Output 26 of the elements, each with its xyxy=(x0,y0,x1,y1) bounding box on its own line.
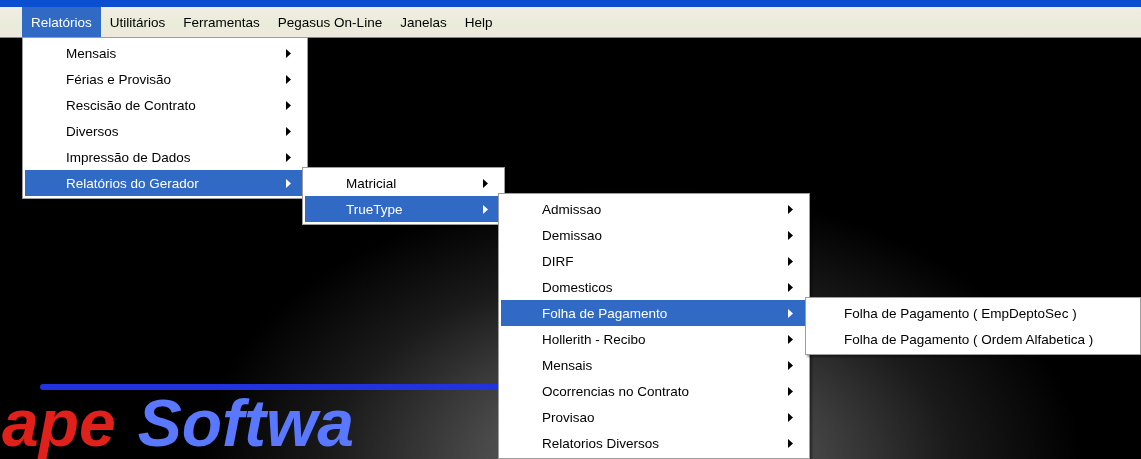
menu-item[interactable]: Relatorios Diversos xyxy=(501,430,807,456)
menu-item[interactable]: Demissao xyxy=(501,222,807,248)
menu-bar-item[interactable]: Pegasus On-Line xyxy=(268,7,392,37)
menu-bar-item[interactable]: Relatórios xyxy=(22,7,101,37)
menu-item[interactable]: Relatórios do Gerador xyxy=(25,170,305,196)
menu-item[interactable]: Ocorrencias no Contrato xyxy=(501,378,807,404)
menu-item[interactable]: DIRF xyxy=(501,248,807,274)
menu-item[interactable]: Hollerith - Recibo xyxy=(501,326,807,352)
menu-bar-item[interactable]: Ferramentas xyxy=(174,7,269,37)
menu-item[interactable]: Folha de Pagamento ( Ordem Alfabetica ) xyxy=(808,326,1138,352)
menu-bar-item[interactable]: Janelas xyxy=(391,7,456,37)
logo-text: Softwa xyxy=(137,390,355,456)
menu-bar-item[interactable]: Utilitários xyxy=(100,7,175,37)
menu-item[interactable]: Domesticos xyxy=(501,274,807,300)
menu-item[interactable]: Mensais xyxy=(25,40,305,66)
menu-item[interactable]: Provisao xyxy=(501,404,807,430)
menu-bar-item[interactable]: Help xyxy=(455,7,502,37)
menu-item[interactable]: Folha de Pagamento xyxy=(501,300,807,326)
menu-item[interactable]: Impressão de Dados xyxy=(25,144,305,170)
menu-item[interactable]: Mensais xyxy=(501,352,807,378)
menu-item[interactable]: Matricial xyxy=(305,170,502,196)
menu-item[interactable]: Diversos xyxy=(25,118,305,144)
menu-item[interactable]: Folha de Pagamento ( EmpDeptoSec ) xyxy=(808,300,1138,326)
menu-item[interactable]: Admissao xyxy=(501,196,807,222)
menu-item[interactable]: Rescisão de Contrato xyxy=(25,92,305,118)
menu-item[interactable]: Férias e Provisão xyxy=(25,66,305,92)
